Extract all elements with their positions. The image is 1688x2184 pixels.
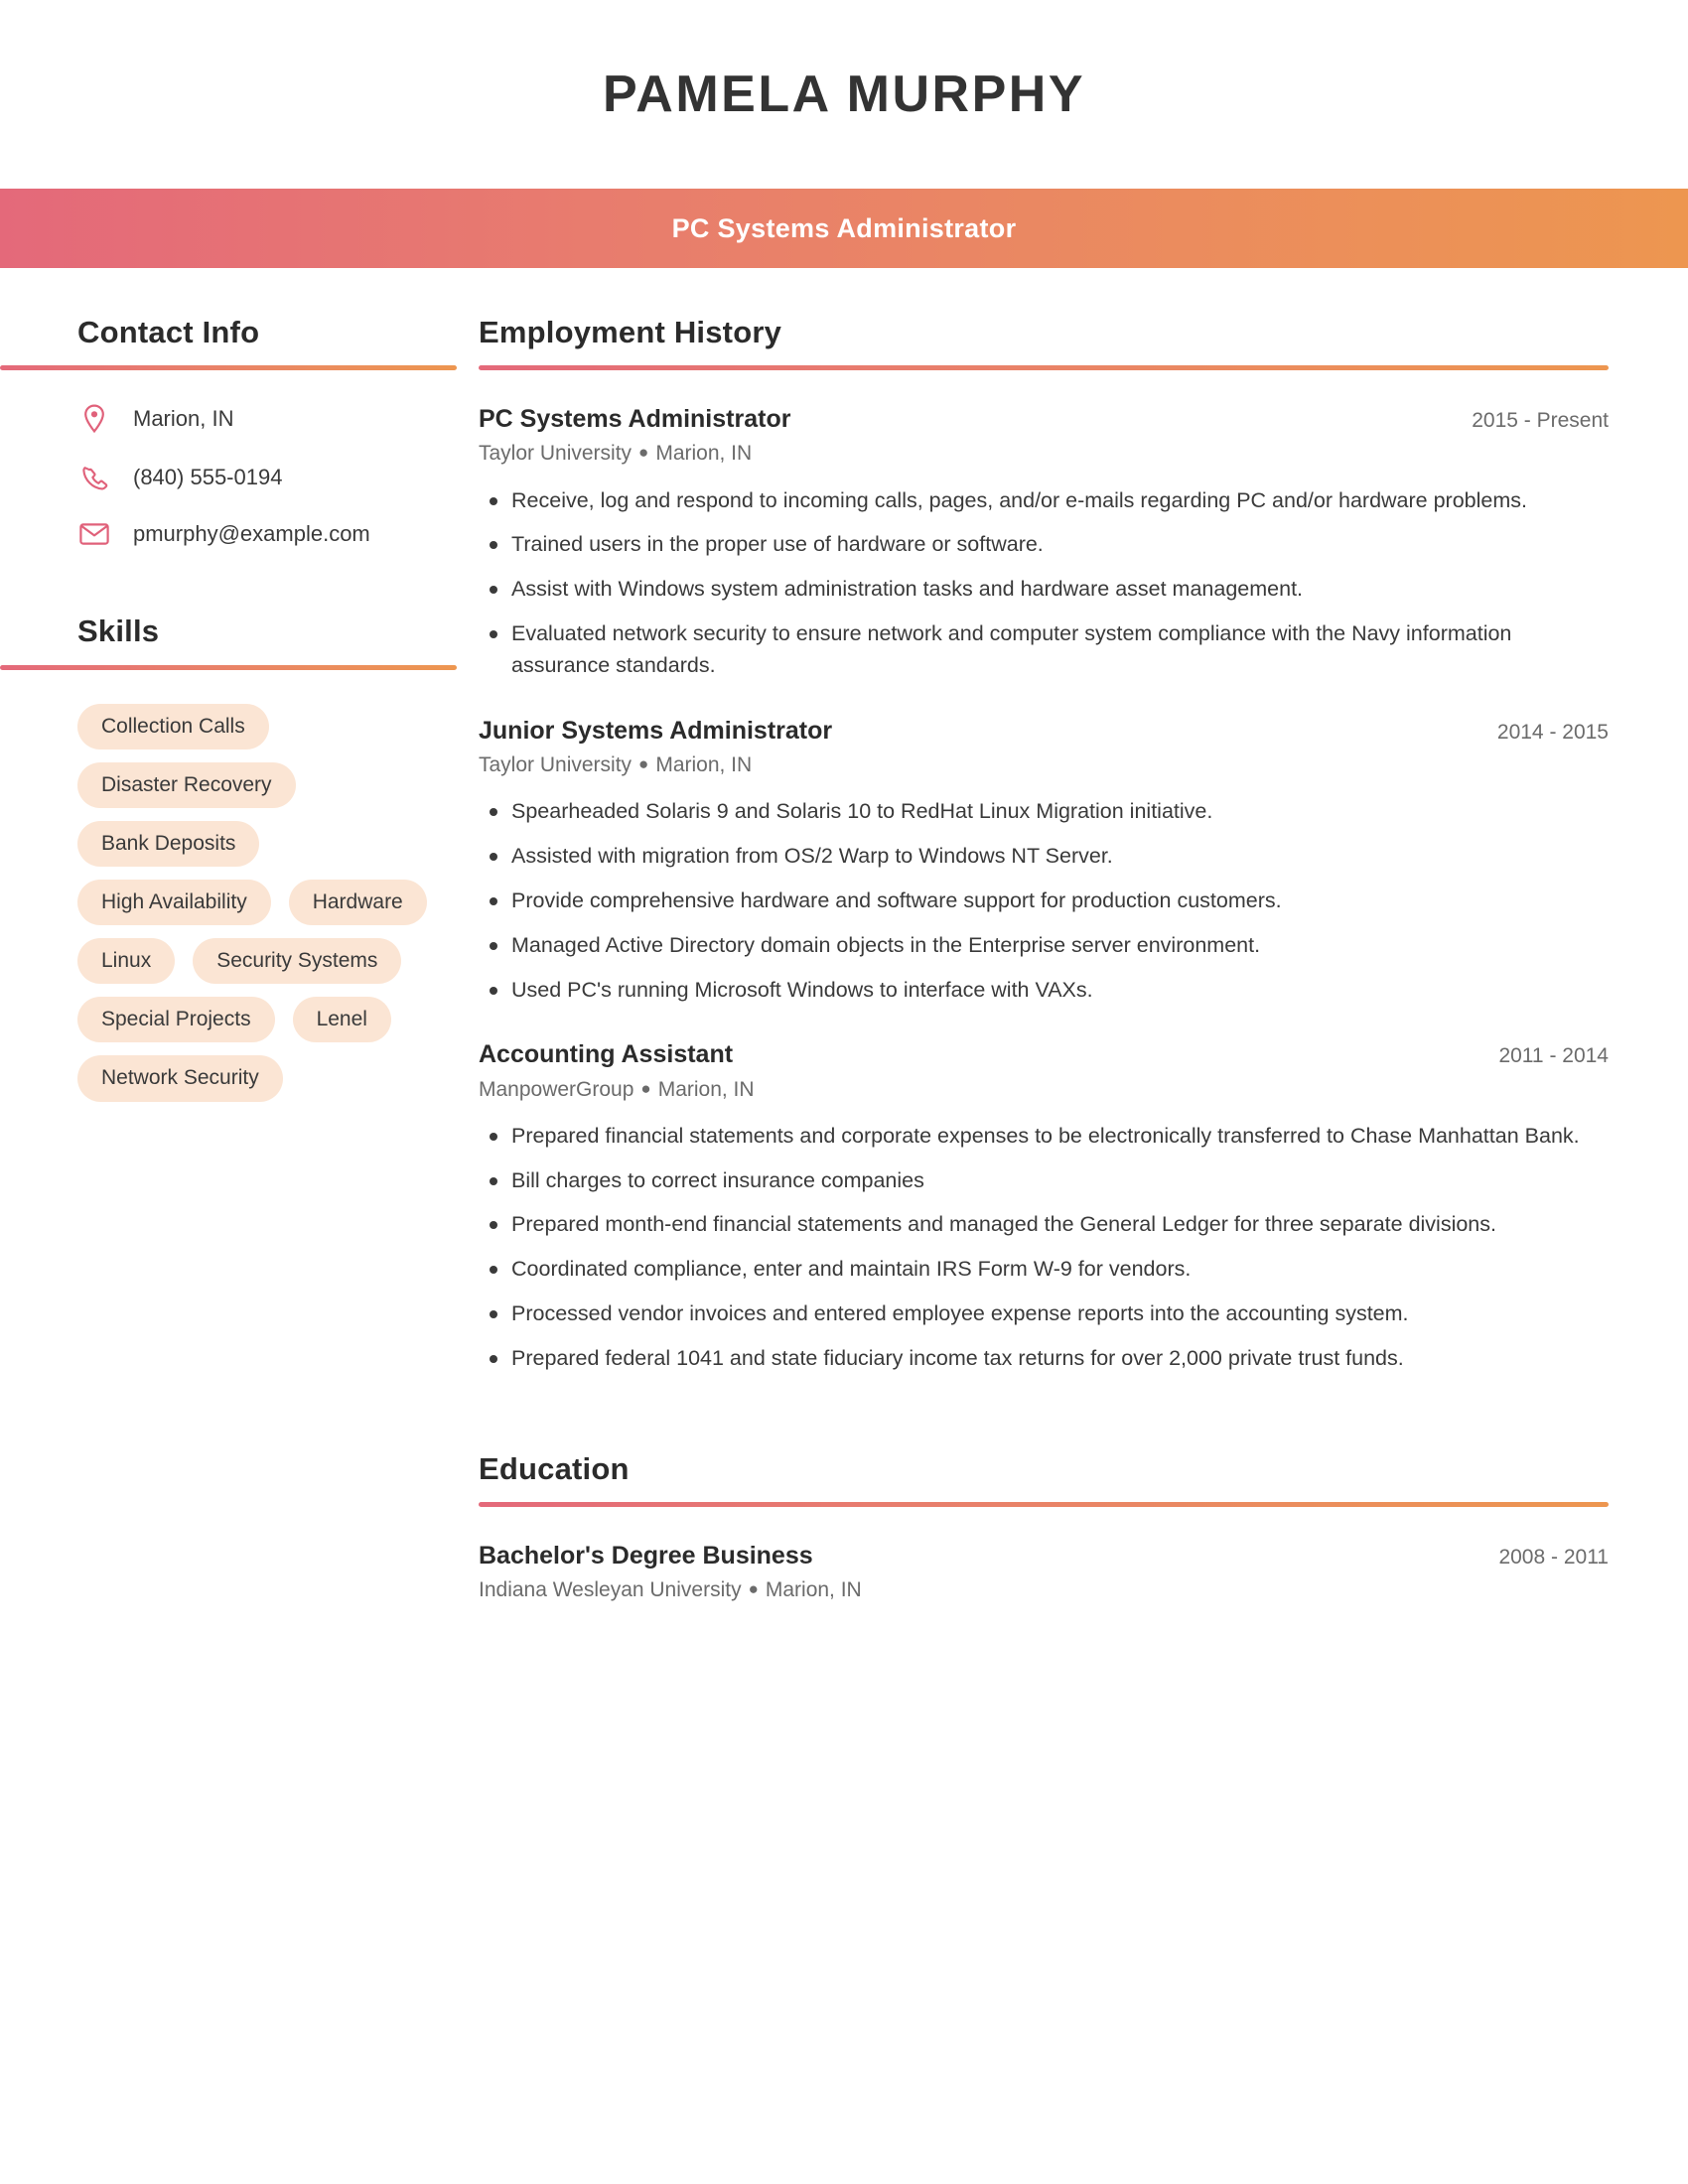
entry-header: PC Systems Administrator 2015 - Present xyxy=(479,404,1609,435)
resume-body: Contact Info Marion, IN (840) 555-0194 p… xyxy=(0,268,1688,1603)
job-title-band: PC Systems Administrator xyxy=(0,189,1688,268)
list-item: Bill charges to correct insurance compan… xyxy=(479,1165,1609,1197)
entry-location: Marion, IN xyxy=(655,442,753,466)
skills-section: Skills Collection Calls Disaster Recover… xyxy=(0,614,479,1102)
entry-bullet-list: Receive, log and respond to incoming cal… xyxy=(479,485,1609,682)
education-section: Education Bachelor's Degree Business 200… xyxy=(479,1450,1609,1604)
list-item: Prepared financial statements and corpor… xyxy=(479,1121,1609,1153)
entry-school-location: Indiana Wesleyan University ● Marion, IN xyxy=(479,1576,1609,1603)
separator-dot: ● xyxy=(638,753,649,773)
skills-heading: Skills xyxy=(77,614,160,649)
education-location: Marion, IN xyxy=(765,1578,862,1602)
education-degree-title: Bachelor's Degree Business xyxy=(479,1541,813,1570)
header-job-title: PC Systems Administrator xyxy=(671,212,1017,243)
list-item: Evaluated network security to ensure net… xyxy=(479,618,1609,682)
skill-pill[interactable]: Network Security xyxy=(77,1055,283,1102)
separator-dot: ● xyxy=(640,1078,651,1098)
employment-entries: PC Systems Administrator 2015 - Present … xyxy=(479,404,1609,1375)
employment-history-heading: Employment History xyxy=(479,315,782,349)
entry-company: Taylor University xyxy=(479,752,633,776)
list-item: Coordinated compliance, enter and mainta… xyxy=(479,1254,1609,1286)
phone-icon xyxy=(77,464,111,491)
section-divider xyxy=(0,365,457,371)
list-item: Used PC's running Microsoft Windows to i… xyxy=(479,975,1609,1007)
entry-company-location: Taylor University ● Marion, IN xyxy=(479,440,1609,467)
skill-pill[interactable]: Linux xyxy=(77,938,176,985)
separator-dot: ● xyxy=(748,1579,759,1599)
entry-company-location: ManpowerGroup ● Marion, IN xyxy=(479,1076,1609,1103)
entry-dates: 2015 - Present xyxy=(1472,409,1609,433)
contact-location-value: Marion, IN xyxy=(133,405,234,431)
education-heading: Education xyxy=(479,1450,630,1486)
main-column: Employment History PC Systems Administra… xyxy=(479,268,1688,1603)
contact-item-phone[interactable]: (840) 555-0194 xyxy=(77,464,479,491)
entry-company: Taylor University xyxy=(479,442,633,466)
employment-history-section: Employment History PC Systems Administra… xyxy=(479,315,1609,1375)
list-item: Processed vendor invoices and entered em… xyxy=(479,1298,1609,1330)
list-item: Prepared month-end financial statements … xyxy=(479,1209,1609,1241)
skill-pill[interactable]: Collection Calls xyxy=(77,703,269,750)
entry-dates: 2014 - 2015 xyxy=(1496,720,1609,744)
entry-dates: 2011 - 2014 xyxy=(1498,1044,1609,1068)
contact-info-heading: Contact Info xyxy=(77,315,260,349)
skill-pill[interactable]: High Availability xyxy=(77,880,271,926)
contact-list: Marion, IN (840) 555-0194 pmurphy@exampl… xyxy=(77,404,479,547)
employment-entry: Accounting Assistant 2011 - 2014 Manpowe… xyxy=(479,1039,1609,1374)
employment-entry: Junior Systems Administrator 2014 - 2015… xyxy=(479,716,1609,1007)
list-item: Assist with Windows system administratio… xyxy=(479,574,1609,606)
resume-header: PAMELA MURPHY xyxy=(0,0,1688,189)
employment-entry: PC Systems Administrator 2015 - Present … xyxy=(479,404,1609,682)
contact-phone-value: (840) 555-0194 xyxy=(133,464,283,489)
list-item: Trained users in the proper use of hardw… xyxy=(479,529,1609,561)
list-item: Provide comprehensive hardware and softw… xyxy=(479,886,1609,917)
sidebar: Contact Info Marion, IN (840) 555-0194 p… xyxy=(0,268,479,1102)
entry-bullet-list: Spearheaded Solaris 9 and Solaris 10 to … xyxy=(479,796,1609,1006)
skill-pill[interactable]: Lenel xyxy=(292,997,391,1043)
section-divider xyxy=(0,664,457,670)
list-item: Assisted with migration from OS/2 Warp t… xyxy=(479,841,1609,873)
entry-job-title: PC Systems Administrator xyxy=(479,405,791,434)
entry-location: Marion, IN xyxy=(657,1077,755,1101)
separator-dot: ● xyxy=(638,443,649,463)
envelope-icon xyxy=(77,522,111,546)
location-pin-icon xyxy=(77,404,111,434)
entry-header: Bachelor's Degree Business 2008 - 2011 xyxy=(479,1541,1609,1571)
contact-email-value: pmurphy@example.com xyxy=(133,521,370,547)
education-entry: Bachelor's Degree Business 2008 - 2011 I… xyxy=(479,1541,1609,1604)
contact-info-section: Contact Info Marion, IN (840) 555-0194 p… xyxy=(0,315,479,547)
skill-pill[interactable]: Special Projects xyxy=(77,997,275,1043)
entry-company-location: Taylor University ● Marion, IN xyxy=(479,751,1609,778)
education-school: Indiana Wesleyan University xyxy=(479,1578,742,1602)
skill-pill[interactable]: Security Systems xyxy=(193,938,402,985)
entry-bullet-list: Prepared financial statements and corpor… xyxy=(479,1121,1609,1375)
entry-job-title: Accounting Assistant xyxy=(479,1040,734,1069)
entry-dates: 2008 - 2011 xyxy=(1498,1545,1609,1569)
contact-item-email[interactable]: pmurphy@example.com xyxy=(77,521,479,547)
list-item: Prepared federal 1041 and state fiduciar… xyxy=(479,1343,1609,1375)
entry-location: Marion, IN xyxy=(655,752,753,776)
skill-pill[interactable]: Hardware xyxy=(288,880,427,926)
entry-header: Junior Systems Administrator 2014 - 2015 xyxy=(479,716,1609,747)
skills-pill-list: Collection Calls Disaster Recovery Bank … xyxy=(77,703,470,1102)
section-divider xyxy=(479,1501,1609,1507)
contact-item-location[interactable]: Marion, IN xyxy=(77,404,479,434)
list-item: Receive, log and respond to incoming cal… xyxy=(479,485,1609,517)
list-item: Spearheaded Solaris 9 and Solaris 10 to … xyxy=(479,796,1609,828)
entry-header: Accounting Assistant 2011 - 2014 xyxy=(479,1039,1609,1070)
entry-job-title: Junior Systems Administrator xyxy=(479,716,833,745)
skill-pill[interactable]: Disaster Recovery xyxy=(77,761,296,808)
entry-company: ManpowerGroup xyxy=(479,1077,634,1101)
section-divider xyxy=(479,365,1609,371)
list-item: Managed Active Directory domain objects … xyxy=(479,930,1609,962)
skill-pill[interactable]: Bank Deposits xyxy=(77,820,260,867)
page-title: PAMELA MURPHY xyxy=(602,66,1086,123)
